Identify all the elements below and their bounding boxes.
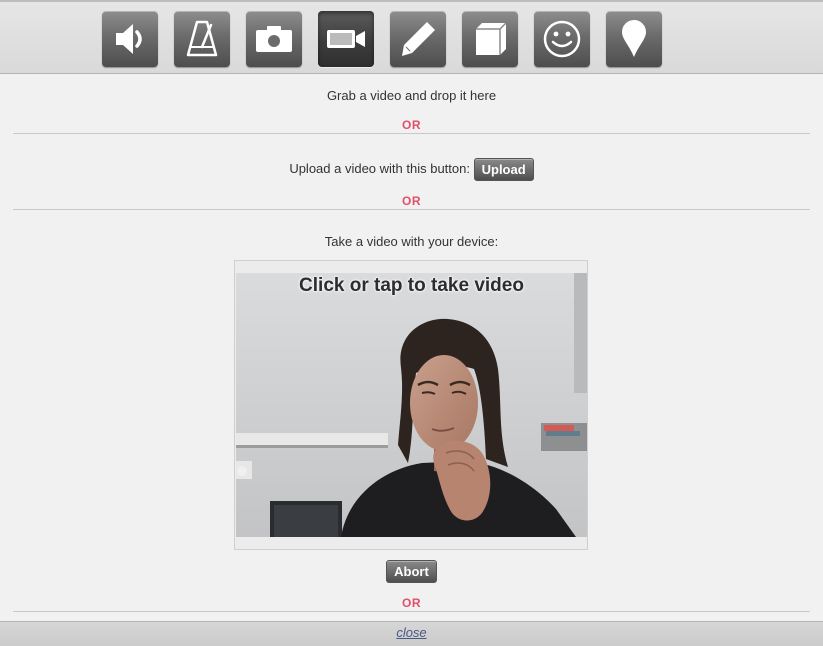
divider <box>13 209 810 210</box>
dialog-footer: close <box>0 621 823 646</box>
tool-emoji-button[interactable] <box>534 11 590 67</box>
divider <box>13 611 810 612</box>
smiley-icon <box>543 20 581 58</box>
camera-icon <box>256 26 292 52</box>
speaker-icon <box>116 24 142 54</box>
upload-instruction: Upload a video with this button: <box>289 160 470 176</box>
pencil-icon <box>402 22 435 56</box>
or-separator: OR <box>402 118 421 132</box>
media-type-toolbar <box>0 2 823 74</box>
abort-button[interactable]: Abort <box>386 560 437 583</box>
abort-row: Abort <box>0 560 823 583</box>
tool-metronome-button[interactable] <box>174 11 230 67</box>
metronome-icon <box>186 20 218 57</box>
or-separator: OR <box>402 596 421 610</box>
tool-draw-button[interactable] <box>390 11 446 67</box>
map-pin-icon <box>622 20 646 57</box>
upload-row: Upload a video with this button: Upload <box>0 158 823 181</box>
close-link[interactable]: close <box>396 625 426 640</box>
video-capture-panel: Click or tap to take video <box>234 260 588 550</box>
webcam-preview[interactable]: Click or tap to take video <box>236 273 587 537</box>
tool-3d-button[interactable] <box>462 11 518 67</box>
or-separator: OR <box>402 194 421 208</box>
divider <box>13 133 810 134</box>
drop-zone-text[interactable]: Grab a video and drop it here <box>0 88 823 103</box>
tool-video-button[interactable] <box>318 11 374 67</box>
webcam-frame-image <box>236 273 587 537</box>
upload-button[interactable]: Upload <box>473 158 534 181</box>
video-camera-icon <box>327 30 365 48</box>
tool-audio-button[interactable] <box>102 11 158 67</box>
tool-photo-button[interactable] <box>246 11 302 67</box>
cube-icon <box>476 22 507 55</box>
tool-location-button[interactable] <box>606 11 662 67</box>
video-capture-caption: Click or tap to take video <box>299 275 524 296</box>
capture-instruction: Take a video with your device: <box>324 234 499 249</box>
